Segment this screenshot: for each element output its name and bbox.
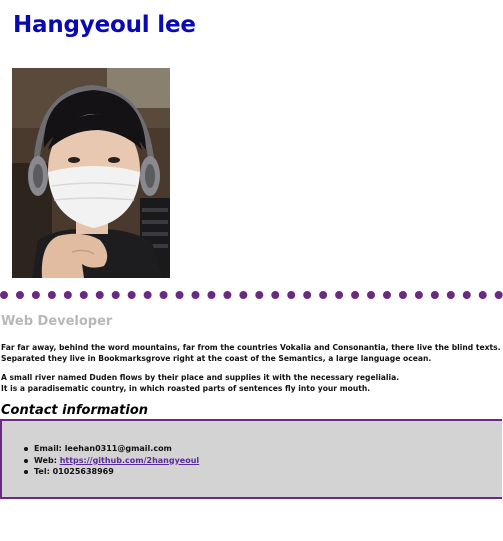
intro-paragraph: Far far away, behind the word mountains,… [1,343,501,364]
second-paragraph-line: A small river named Duden flows by their… [1,373,400,382]
contact-value-tel: 01025638969 [52,467,114,476]
bullet-icon [24,447,28,451]
contact-item-tel: Tel: 01025638969 [24,466,199,478]
intro-paragraph-line: Separated they live in Bookmarksgrove ri… [1,353,432,363]
second-paragraph: A small river named Duden flows by their… [1,373,399,394]
bullet-icon [24,458,28,463]
contact-heading: Contact information [1,403,149,418]
job-title: Web Developer [1,314,113,329]
contact-label-email: Email: [34,444,62,453]
page-title: Hangyeoul lee [13,12,196,38]
contact-label-web: Web: [34,455,57,465]
intro-paragraph-line: Far far away, behind the word mountains,… [1,343,501,352]
github-link[interactable]: https://github.com/2hangyeoul [60,456,199,465]
contact-box: Email: leehan0311@gmail.com Web: https:/… [0,419,502,499]
contact-list: Email: leehan0311@gmail.com Web: https:/… [24,443,199,478]
dotted-divider [0,291,503,299]
contact-item-email: Email: leehan0311@gmail.com [24,443,199,455]
contact-label-tel: Tel: [34,467,50,476]
contact-item-web: Web: https://github.com/2hangyeoul [24,455,199,467]
second-paragraph-line: It is a paradisematic country, in which … [1,383,371,393]
contact-value-email: leehan0311@gmail.com [64,444,172,453]
profile-photo [12,68,170,278]
bullet-icon [24,470,28,474]
